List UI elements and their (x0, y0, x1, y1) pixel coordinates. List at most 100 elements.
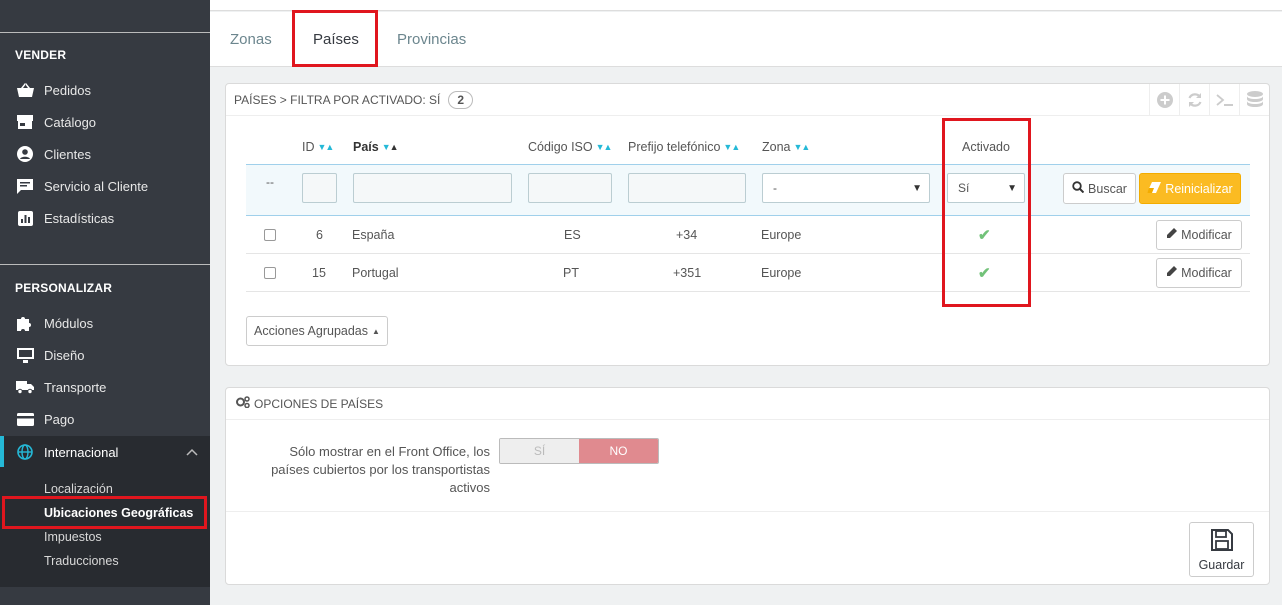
pencil-icon (1166, 228, 1178, 242)
reset-button[interactable]: Reinicializar (1139, 173, 1241, 204)
bulk-actions-button[interactable]: Acciones Agrupadas ▲ (246, 316, 388, 346)
terminal-icon[interactable] (1209, 84, 1239, 116)
sidebar-item-modules[interactable]: Módulos (0, 308, 210, 338)
refresh-icon[interactable] (1179, 84, 1209, 116)
user-circle-icon (15, 146, 35, 162)
search-icon (1072, 181, 1085, 196)
tab-provinces[interactable]: Provincias (397, 12, 466, 67)
caret-down-icon: ▼ (912, 182, 922, 194)
submenu-item-translations[interactable]: Traducciones (0, 549, 210, 573)
caret-up-icon: ▲ (372, 326, 380, 336)
cell-iso: ES (564, 228, 581, 242)
edit-button[interactable]: Modificar (1156, 220, 1242, 250)
tab-zones[interactable]: Zonas (230, 12, 272, 67)
monitor-icon (15, 347, 35, 363)
row-checkbox[interactable] (264, 216, 276, 254)
sidebar-item-orders[interactable]: Pedidos (0, 75, 210, 105)
truck-icon (15, 379, 35, 395)
sidebar-item-design[interactable]: Diseño (0, 340, 210, 370)
table-row: 6 España ES +34 Europe ✔ Modificar (246, 216, 1250, 254)
sidebar-item-stats[interactable]: Estadísticas (0, 203, 210, 233)
sort-icon[interactable]: ▼▲ (382, 142, 399, 152)
front-office-switch[interactable]: SÍ NO (499, 438, 659, 464)
highlight-box-submenu (2, 496, 207, 529)
floppy-disk-icon (1210, 528, 1234, 555)
sidebar-item-label: Clientes (44, 146, 91, 162)
highlight-box-active-column (942, 118, 1031, 307)
column-header-zone[interactable]: Zona ▼▲ (762, 140, 811, 154)
list-toolbar (1149, 84, 1269, 116)
cell-id: 6 (316, 228, 323, 242)
cogs-icon (236, 396, 250, 411)
sort-icon[interactable]: ▼▲ (723, 142, 740, 152)
section-title-customize: PERSONALIZAR (15, 281, 113, 295)
sidebar-item-payment[interactable]: Pago (0, 404, 210, 434)
filter-id-input[interactable] (302, 173, 337, 203)
chat-icon (15, 178, 35, 194)
edit-button[interactable]: Modificar (1156, 258, 1242, 288)
options-heading: OPCIONES DE PAÍSES (254, 396, 384, 411)
sidebar-divider (0, 32, 210, 33)
save-button[interactable]: Guardar (1189, 522, 1254, 577)
filter-iso-input[interactable] (528, 173, 612, 203)
sidebar-item-catalog[interactable]: Catálogo (0, 107, 210, 137)
sidebar-item-label: Transporte (44, 379, 107, 395)
sidebar-item-international[interactable]: Internacional (0, 436, 210, 468)
options-panel-header: OPCIONES DE PAÍSES (226, 388, 1269, 420)
chevron-up-icon[interactable] (186, 445, 198, 459)
list-panel-header: PAÍSES > FILTRA POR ACTIVADO: SÍ 2 (226, 84, 1269, 116)
bulk-select-placeholder: -- (266, 175, 274, 189)
basket-icon (15, 82, 35, 98)
sidebar-item-label: Servicio al Cliente (44, 178, 149, 194)
puzzle-icon (15, 315, 35, 331)
sidebar-item-label: Módulos (44, 315, 94, 331)
filter-country-input[interactable] (353, 173, 512, 203)
row-checkbox[interactable] (264, 254, 276, 292)
database-icon[interactable] (1239, 84, 1269, 116)
search-button[interactable]: Buscar (1063, 173, 1136, 204)
eraser-icon (1147, 181, 1162, 196)
globe-icon (15, 444, 35, 460)
switch-yes[interactable]: SÍ (500, 439, 579, 463)
column-header-country[interactable]: País ▼▲ (353, 140, 399, 154)
cell-iso: PT (563, 266, 579, 280)
sidebar-item-label: Pago (44, 411, 75, 427)
section-title-sell: VENDER (15, 48, 67, 62)
cell-zone: Europe (761, 228, 802, 242)
switch-no[interactable]: NO (579, 439, 658, 463)
sidebar-item-label: Estadísticas (44, 210, 115, 226)
sort-icon[interactable]: ▼▲ (794, 142, 811, 152)
store-icon (15, 114, 35, 130)
cell-prefix: +34 (676, 228, 698, 242)
sidebar-item-customer-service[interactable]: Servicio al Cliente (0, 171, 210, 201)
panel-footer-divider (226, 511, 1269, 512)
cell-zone: Europe (761, 266, 802, 280)
count-badge: 2 (448, 90, 474, 109)
cell-id: 15 (312, 266, 326, 280)
sort-icon[interactable]: ▼▲ (318, 142, 335, 152)
bar-chart-icon (15, 210, 35, 226)
sidebar-item-label: Diseño (44, 347, 85, 363)
table-row: 15 Portugal PT +351 Europe ✔ Modificar (246, 254, 1250, 292)
add-icon[interactable] (1149, 84, 1179, 116)
sidebar-item-shipping[interactable]: Transporte (0, 372, 210, 402)
cell-prefix: +351 (673, 266, 702, 280)
cell-country: España (352, 228, 395, 242)
sidebar-item-label: Pedidos (44, 82, 91, 98)
filter-zone-select[interactable]: - ▼ (762, 173, 930, 203)
sidebar-item-customers[interactable]: Clientes (0, 139, 210, 169)
front-office-label: Sólo mostrar en el Front Office, los paí… (271, 444, 490, 495)
column-header-id[interactable]: ID ▼▲ (302, 140, 335, 154)
cell-country: Portugal (352, 266, 399, 280)
column-header-prefix[interactable]: Prefijo telefónico ▼▲ (628, 140, 740, 154)
highlight-box-tab (292, 10, 378, 67)
column-header-iso[interactable]: Código ISO ▼▲ (528, 140, 613, 154)
list-heading: PAÍSES > FILTRA POR ACTIVADO: SÍ (234, 92, 441, 107)
sidebar-item-label: Internacional (44, 444, 119, 460)
sidebar-item-label: Catálogo (44, 114, 97, 130)
pencil-icon (1166, 266, 1178, 280)
sort-icon[interactable]: ▼▲ (596, 142, 613, 152)
filter-prefix-input[interactable] (628, 173, 746, 203)
sidebar-divider (0, 264, 210, 265)
credit-card-icon (15, 411, 35, 427)
